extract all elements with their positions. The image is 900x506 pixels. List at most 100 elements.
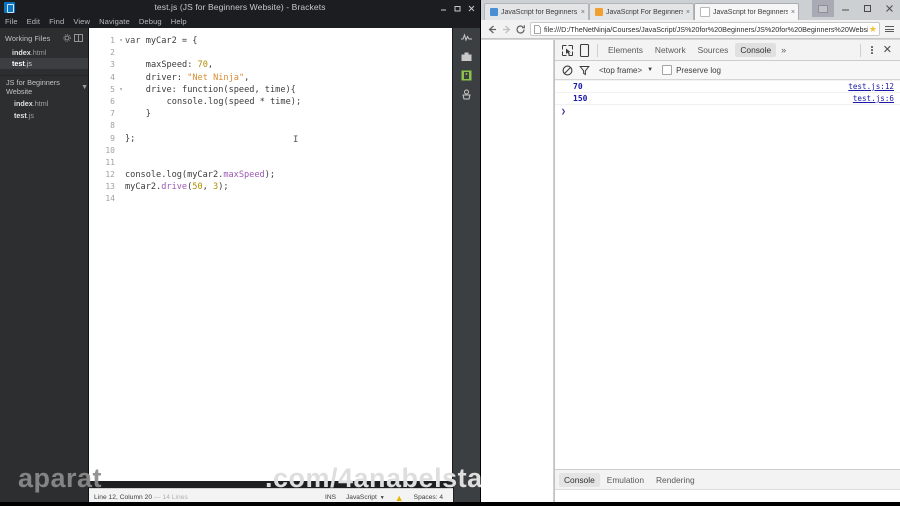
console-message-row[interactable]: 150 test.js:6	[555, 93, 900, 105]
project-header[interactable]: JS for Beginners Website ▼	[0, 78, 88, 96]
brackets-close-button[interactable]	[464, 2, 478, 14]
tab-network[interactable]: Network	[650, 43, 691, 57]
code-token: ,	[202, 182, 213, 193]
code-line[interactable]: 13 myCar2.drive(50, 3);	[89, 181, 453, 193]
chrome-tab-1[interactable]: JavaScript for Beginners - ×	[484, 3, 589, 20]
code-line[interactable]: 3 maxSpeed: 70,	[89, 59, 453, 71]
language-selector[interactable]: JavaScript ▼	[346, 494, 385, 501]
chrome-tab-strip: JavaScript for Beginners - × JavaScript …	[481, 0, 900, 20]
brackets-minimize-button[interactable]	[436, 2, 450, 14]
console-message-row[interactable]: 70 test.js:12	[555, 81, 900, 93]
code-token: maxSpeed	[223, 170, 265, 181]
extension-manager-icon[interactable]	[453, 47, 480, 66]
tab-elements[interactable]: Elements	[603, 43, 648, 57]
code-line[interactable]: 4 driver: "Net Ninja",	[89, 72, 453, 84]
split-view-icon[interactable]	[74, 34, 83, 43]
code-line[interactable]: 8	[89, 120, 453, 132]
chrome-maximize-button[interactable]	[856, 0, 878, 17]
console-output[interactable]: 70 test.js:12 150 test.js:6 ❯	[555, 81, 900, 470]
code-line[interactable]: 1 ▾ var myCar2 = {	[89, 35, 453, 47]
code-editor[interactable]: 1 ▾ var myCar2 = {2 3 maxSpeed: 70, 4 driver: …	[89, 28, 453, 481]
code-fold-icon[interactable]: ▾	[117, 35, 125, 47]
code-line[interactable]: 5 ▾ drive: function(speed, time){	[89, 84, 453, 96]
line-number: 12	[105, 170, 115, 180]
code-line[interactable]: 2	[89, 47, 453, 59]
drawer-tab-console[interactable]: Console	[559, 472, 600, 487]
code-token: var	[125, 36, 146, 46]
insert-mode-status[interactable]: INS	[325, 494, 336, 501]
console-prompt[interactable]: ❯	[555, 105, 900, 118]
more-options-icon[interactable]	[865, 46, 879, 54]
chrome-close-button[interactable]	[878, 0, 900, 17]
code-line[interactable]: 12 console.log(myCar2.maxSpeed);	[89, 169, 453, 181]
code-line[interactable]: 11	[89, 157, 453, 169]
working-file-test-js[interactable]: test .js	[0, 58, 88, 69]
code-text: };	[125, 133, 135, 145]
menu-navigate[interactable]: Navigate	[99, 17, 130, 26]
tab-close-icon[interactable]: ×	[581, 9, 585, 16]
live-preview-icon[interactable]	[453, 28, 480, 47]
chrome-minimize-button[interactable]	[834, 0, 856, 17]
menu-find[interactable]: Find	[49, 17, 64, 26]
indent-setting[interactable]: Spaces: 4	[414, 494, 443, 501]
warning-triangle-icon[interactable]: ▲	[395, 493, 404, 503]
code-line[interactable]: 7}	[89, 108, 453, 120]
preserve-log-checkbox[interactable]	[662, 65, 673, 75]
preserve-log-label: Preserve log	[676, 65, 722, 75]
menu-help[interactable]: Help	[171, 17, 187, 26]
drawer-tab-bar: Console Emulation Rendering	[555, 470, 900, 489]
tab-console[interactable]: Console	[735, 43, 777, 57]
bookmark-star-icon[interactable]: ★	[869, 24, 877, 35]
reload-icon[interactable]	[513, 22, 527, 36]
filter-funnel-icon[interactable]	[576, 62, 593, 79]
tab-title: JavaScript for Beginners	[713, 8, 788, 16]
clear-console-icon[interactable]	[559, 62, 576, 79]
gear-icon[interactable]	[62, 34, 71, 43]
chrome-tab-2[interactable]: JavaScript For Beginners ×	[589, 3, 694, 20]
code-line[interactable]: 6 console.log(speed * time);	[89, 96, 453, 108]
brackets-window-title: test.js (JS for Beginners Website) - Bra…	[154, 2, 326, 12]
inspect-element-icon[interactable]	[559, 42, 576, 59]
project-title: JS for Beginners Website	[6, 78, 60, 96]
drawer-tab-emulation[interactable]: Emulation	[602, 473, 649, 487]
code-content[interactable]: 1 ▾ var myCar2 = {2 3 maxSpeed: 70, 4 driver: …	[89, 28, 453, 206]
code-text: console.log(speed * time);	[125, 96, 302, 108]
chrome-tab-3[interactable]: JavaScript for Beginners ×	[694, 3, 799, 20]
menu-view[interactable]: View	[73, 17, 90, 26]
tab-close-icon[interactable]: ×	[791, 9, 795, 16]
cursor-position-status[interactable]: Line 12, Column 20 — 14 Lines	[89, 494, 325, 501]
preserve-log-toggle[interactable]: Preserve log	[662, 65, 721, 75]
forward-arrow-icon[interactable]	[499, 22, 513, 36]
menu-edit[interactable]: Edit	[27, 17, 41, 26]
tab-close-icon[interactable]: ×	[686, 9, 690, 16]
close-devtools-icon[interactable]: ✕	[879, 44, 896, 56]
device-toolbar-icon[interactable]	[576, 42, 593, 59]
brackets-maximize-button[interactable]	[450, 2, 464, 14]
beautify-icon[interactable]	[453, 66, 480, 85]
address-bar[interactable]: file:///D:/TheNetNinja/Courses/JavaScrip…	[530, 22, 880, 36]
more-tabs-icon[interactable]: »	[777, 45, 790, 55]
console-message-source-link[interactable]: test.js:6	[853, 94, 894, 103]
console-message-source-link[interactable]: test.js:12	[848, 82, 894, 91]
code-line[interactable]: 10	[89, 145, 453, 157]
tab-sources[interactable]: Sources	[693, 43, 734, 57]
back-arrow-icon[interactable]	[485, 22, 499, 36]
file-name-bold: test	[14, 110, 27, 120]
bottom-black-strip	[0, 502, 900, 506]
chevron-down-icon[interactable]: ▼	[647, 67, 653, 73]
working-file-index-html[interactable]: index .html	[0, 47, 88, 58]
hamburger-menu-icon[interactable]	[883, 22, 896, 36]
emmet-icon[interactable]	[453, 85, 480, 104]
drawer-tab-rendering[interactable]: Rendering	[651, 473, 700, 487]
frame-selector[interactable]: <top frame>	[599, 66, 642, 75]
brackets-window: test.js (JS for Beginners Website) - Bra…	[0, 0, 480, 506]
menu-debug[interactable]: Debug	[139, 17, 162, 26]
project-file-test-js[interactable]: test .js	[0, 109, 88, 121]
code-token: 50	[192, 182, 203, 193]
menu-file[interactable]: File	[5, 17, 18, 26]
project-file-index-html[interactable]: index .html	[0, 97, 88, 109]
chrome-grab-handle[interactable]	[812, 0, 834, 17]
code-line[interactable]: 9};	[89, 133, 453, 145]
code-fold-icon[interactable]: ▾	[117, 84, 125, 96]
code-line[interactable]: 14	[89, 193, 453, 205]
